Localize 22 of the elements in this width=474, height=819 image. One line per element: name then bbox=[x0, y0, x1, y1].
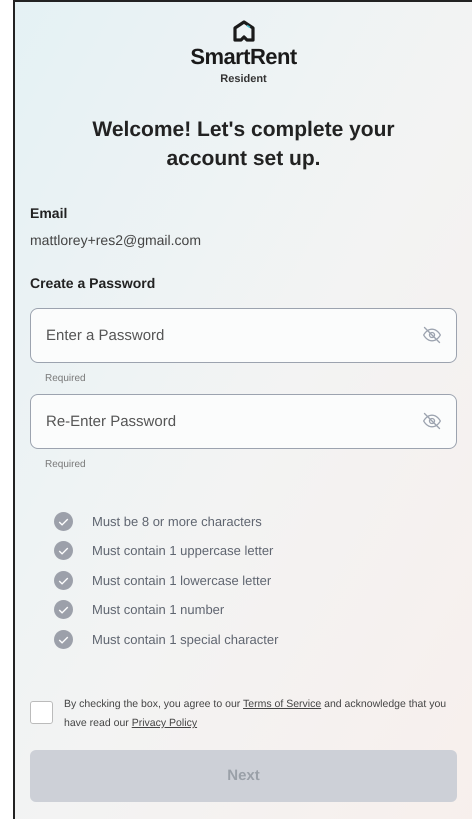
requirement-text: Must contain 1 uppercase letter bbox=[92, 542, 274, 560]
password-section-label: Create a Password bbox=[30, 274, 156, 292]
consent-checkbox[interactable] bbox=[30, 701, 53, 724]
policy-link[interactable]: Privacy Policy bbox=[132, 717, 198, 729]
brand-subtitle: Resident bbox=[220, 72, 267, 87]
brand-logo-text: SmartRent bbox=[190, 46, 297, 68]
requirement-text: Must be 8 or more characters bbox=[92, 512, 262, 530]
policy-link[interactable]: Terms of Service bbox=[243, 698, 322, 710]
welcome-heading: Welcome! Let's complete your account set up. bbox=[91, 116, 396, 172]
requirement-text: Must contain 1 number bbox=[92, 601, 224, 619]
eye-off-icon[interactable] bbox=[422, 324, 442, 344]
requirement-text: Must contain 1 special character bbox=[92, 630, 278, 649]
requirement-text: Must contain 1 lowercase letter bbox=[92, 572, 272, 590]
house-logo-icon bbox=[232, 20, 256, 44]
email-label: Email bbox=[30, 204, 68, 222]
helper-text: Required bbox=[45, 458, 87, 472]
password-field[interactable]: Enter a Password bbox=[30, 308, 457, 362]
password-field[interactable]: Re-Enter Password bbox=[30, 394, 457, 448]
eye-off-icon[interactable] bbox=[422, 410, 442, 430]
consent-text: By checking the box, you agree to our Terms of Service and acknowledge that you have read our Privacy Policy bbox=[64, 697, 448, 731]
helper-text: Required bbox=[45, 372, 87, 386]
email-value: mattlorey+res2@gmail.com bbox=[30, 230, 202, 250]
